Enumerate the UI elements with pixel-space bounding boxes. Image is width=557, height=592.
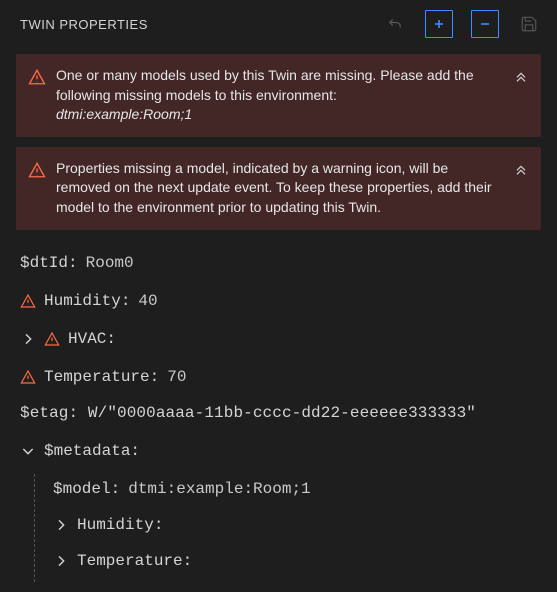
property-key: HVAC: <box>68 330 116 348</box>
save-button[interactable] <box>517 12 541 36</box>
collapse-all-button[interactable] <box>471 10 499 38</box>
page-title: TWIN PROPERTIES <box>20 17 148 32</box>
twin-properties-panel: TWIN PROPERTIES <box>0 0 557 582</box>
property-key: $model: <box>53 480 120 498</box>
chevron-right-icon <box>53 553 69 569</box>
alert-collapse-button[interactable] <box>513 161 529 180</box>
property-humidity: Humidity: 40 <box>20 286 537 324</box>
expand-all-button[interactable] <box>425 10 453 38</box>
property-key: Temperature: <box>77 552 192 570</box>
property-metadata[interactable]: $metadata: <box>20 438 537 474</box>
property-etag: $etag: W/"0000aaaa-11bb-cccc-dd22-eeeeee… <box>20 400 537 438</box>
warning-icon <box>44 331 60 347</box>
double-chevron-up-icon <box>513 164 529 180</box>
double-chevron-up-icon <box>513 71 529 87</box>
collapse-icon <box>479 18 491 30</box>
missing-model-name: dtmi:example:Room;1 <box>56 106 192 122</box>
alert-text: One or many models used by this Twin are… <box>56 67 474 103</box>
panel-header: TWIN PROPERTIES <box>0 0 557 48</box>
property-key: Humidity: <box>77 516 163 534</box>
warning-icon <box>28 68 46 89</box>
property-model: $model: dtmi:example:Room;1 <box>53 474 537 510</box>
chevron-right-icon <box>53 517 69 533</box>
toolbar <box>383 10 541 38</box>
alert-collapse-button[interactable] <box>513 68 529 87</box>
property-hvac[interactable]: HVAC: <box>20 324 537 362</box>
property-key: $dtId: <box>20 254 78 272</box>
property-value: Room0 <box>86 254 134 272</box>
expand-icon <box>433 18 445 30</box>
property-value: W/"0000aaaa-11bb-cccc-dd22-eeeeee333333" <box>88 404 476 422</box>
undo-button[interactable] <box>383 12 407 36</box>
property-nested-temperature[interactable]: Temperature: <box>53 546 537 582</box>
properties-list: $dtId: Room0 Humidity: 40 <box>0 240 557 582</box>
alert-text: Properties missing a model, indicated by… <box>56 160 492 215</box>
missing-models-alert: One or many models used by this Twin are… <box>16 54 541 137</box>
alert-message: One or many models used by this Twin are… <box>56 66 505 125</box>
property-key: $metadata: <box>44 442 140 460</box>
metadata-children: $model: dtmi:example:Room;1 Humidity: Te… <box>34 474 537 582</box>
alert-message: Properties missing a model, indicated by… <box>56 159 505 218</box>
property-nested-humidity[interactable]: Humidity: <box>53 510 537 546</box>
property-value: 70 <box>167 368 186 386</box>
warning-icon <box>20 369 36 385</box>
property-value: dtmi:example:Room;1 <box>128 480 310 498</box>
chevron-down-icon <box>20 443 36 459</box>
property-key: Humidity: <box>44 292 130 310</box>
chevron-right-icon <box>20 331 36 347</box>
property-temperature: Temperature: 70 <box>20 362 537 400</box>
missing-property-model-alert: Properties missing a model, indicated by… <box>16 147 541 230</box>
property-key: $etag: <box>20 404 78 422</box>
undo-icon <box>386 15 404 33</box>
warning-icon <box>20 293 36 309</box>
property-value: 40 <box>138 292 157 310</box>
warning-icon <box>28 161 46 182</box>
property-dtid: $dtId: Room0 <box>20 248 537 286</box>
save-icon <box>520 15 538 33</box>
property-key: Temperature: <box>44 368 159 386</box>
